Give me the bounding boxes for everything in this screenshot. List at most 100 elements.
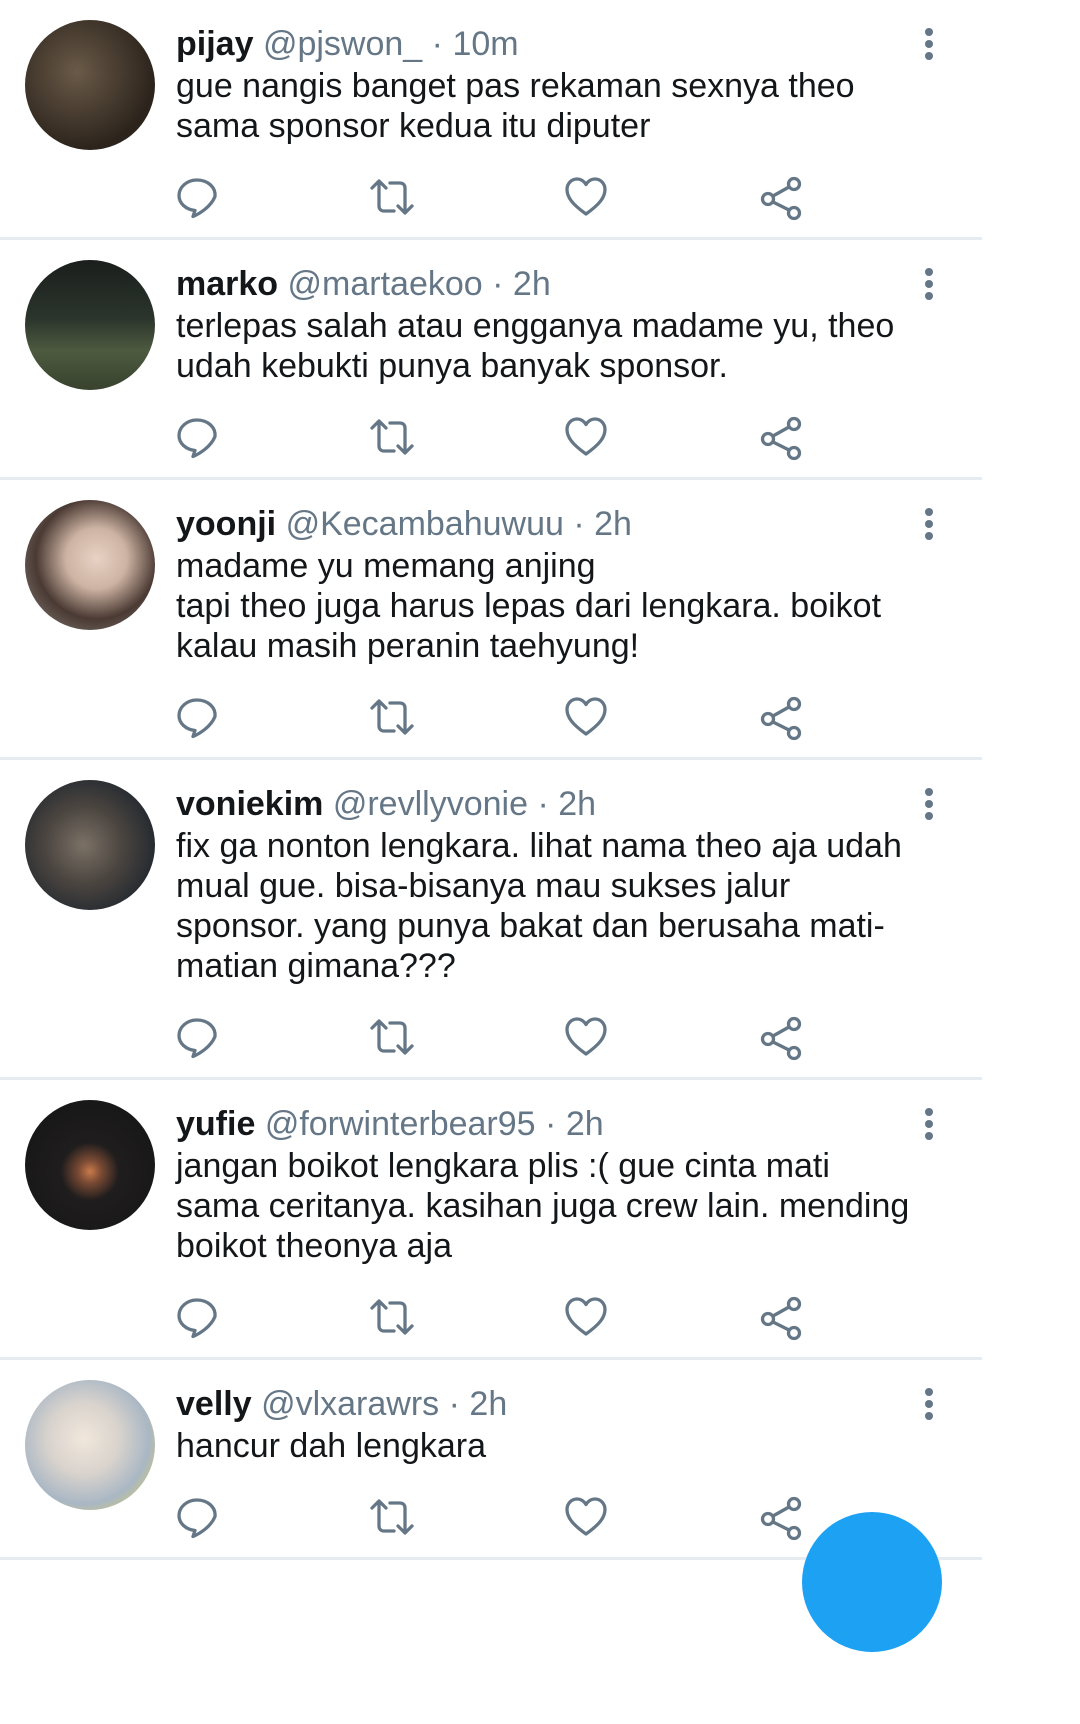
reply-button[interactable] [173,173,221,221]
retweet-button[interactable] [368,413,416,461]
timestamp[interactable]: 2h [558,785,596,823]
speech-bubble-icon [177,178,217,219]
like-button[interactable] [562,413,610,461]
vertical-ellipsis-icon [925,28,933,36]
share-button[interactable] [757,693,805,741]
retweet-button[interactable] [368,1293,416,1341]
share-icon [760,176,802,221]
tweet-text: madame yu memang anjing tapi theo juga h… [176,547,882,665]
share-icon [760,1496,802,1541]
display-name[interactable]: velly [176,1385,252,1423]
heart-icon [565,697,607,736]
reply-thread: pijay @pjswon_ · 10m gue nangis banget p… [0,0,982,1724]
timestamp[interactable]: 2h [513,265,551,303]
tweet[interactable]: pijay @pjswon_ · 10m gue nangis banget p… [0,0,982,240]
retweet-button[interactable] [368,1493,416,1541]
speech-bubble-icon [177,1298,217,1339]
tweet-header: pijay @pjswon_ · 10m [176,24,922,64]
avatar[interactable] [25,1100,155,1230]
more-options-button[interactable] [916,504,942,544]
more-options-button[interactable] [916,24,942,64]
speech-bubble-icon [177,1498,217,1539]
display-name[interactable]: yufie [176,1105,255,1143]
like-button[interactable] [562,1013,610,1061]
separator-dot: · [492,265,504,303]
more-options-button[interactable] [916,784,942,824]
more-options-button[interactable] [916,264,942,304]
user-handle[interactable]: @vlxarawrs [261,1385,439,1423]
display-name[interactable]: pijay [176,25,253,63]
display-name[interactable]: voniekim [176,785,323,823]
share-icon [760,1296,802,1341]
display-name[interactable]: marko [176,265,278,303]
user-handle[interactable]: @forwinterbear95 [265,1105,536,1143]
avatar[interactable] [25,500,155,630]
reply-button[interactable] [173,413,221,461]
share-button[interactable] [757,413,805,461]
retweet-button[interactable] [368,1013,416,1061]
tweet-text: gue nangis banget pas rekaman sexnya the… [176,67,855,145]
speech-bubble-icon [177,1018,217,1059]
tweet-actions [0,1013,982,1061]
retweet-button[interactable] [368,693,416,741]
retweet-icon [370,1019,414,1055]
tweet-actions [0,693,982,741]
vertical-ellipsis-icon [925,1108,933,1116]
share-button[interactable] [757,1293,805,1341]
like-button[interactable] [562,1493,610,1541]
user-handle[interactable]: @revllyvonie [333,785,528,823]
share-button[interactable] [757,1493,805,1541]
tweet-header: voniekim @revllyvonie · 2h [176,784,922,824]
user-handle[interactable]: @martaekoo [288,265,483,303]
share-button[interactable] [757,1013,805,1061]
speech-bubble-icon [177,698,217,739]
separator-dot: · [431,25,443,63]
avatar[interactable] [25,1380,155,1510]
separator-dot: · [537,785,549,823]
retweet-icon [370,1499,414,1535]
more-options-button[interactable] [916,1384,942,1424]
heart-icon [565,1497,607,1536]
reply-button[interactable] [173,1013,221,1061]
share-button[interactable] [757,173,805,221]
timestamp[interactable]: 10m [452,25,518,63]
retweet-button[interactable] [368,173,416,221]
user-handle[interactable]: @pjswon_ [263,25,422,63]
tweet[interactable]: yufie @forwinterbear95 · 2h jangan boiko… [0,1080,982,1360]
tweet-header: velly @vlxarawrs · 2h [176,1384,922,1424]
separator-dot: · [573,505,585,543]
reply-button[interactable] [173,693,221,741]
heart-icon [565,177,607,216]
vertical-ellipsis-icon [925,1388,933,1396]
avatar[interactable] [25,780,155,910]
heart-icon [565,417,607,456]
separator-dot: · [545,1105,557,1143]
display-name[interactable]: yoonji [176,505,276,543]
avatar[interactable] [25,260,155,390]
tweet[interactable]: marko @martaekoo · 2h terlepas salah ata… [0,240,982,480]
vertical-ellipsis-icon [925,508,933,516]
reply-button[interactable] [173,1493,221,1541]
compose-fab-button[interactable] [802,1512,942,1652]
timestamp[interactable]: 2h [594,505,632,543]
like-button[interactable] [562,693,610,741]
more-options-button[interactable] [916,1104,942,1144]
reply-button[interactable] [173,1293,221,1341]
tweet-actions [0,413,982,461]
timestamp[interactable]: 2h [566,1105,604,1143]
timestamp[interactable]: 2h [469,1385,507,1423]
retweet-icon [370,699,414,735]
speech-bubble-icon [177,418,217,459]
vertical-ellipsis-icon [925,268,933,276]
tweet-text: jangan boikot lengkara plis :( gue cinta… [176,1147,910,1265]
avatar[interactable] [25,20,155,150]
heart-icon [565,1017,607,1056]
vertical-ellipsis-icon [925,788,933,796]
user-handle[interactable]: @Kecambahuwuu [286,505,564,543]
tweet[interactable]: voniekim @revllyvonie · 2h fix ga nonton… [0,760,982,1080]
share-icon [760,416,802,461]
like-button[interactable] [562,1293,610,1341]
tweet[interactable]: yoonji @Kecambahuwuu · 2h madame yu mema… [0,480,982,760]
like-button[interactable] [562,173,610,221]
tweet-text: hancur dah lengkara [176,1427,487,1465]
